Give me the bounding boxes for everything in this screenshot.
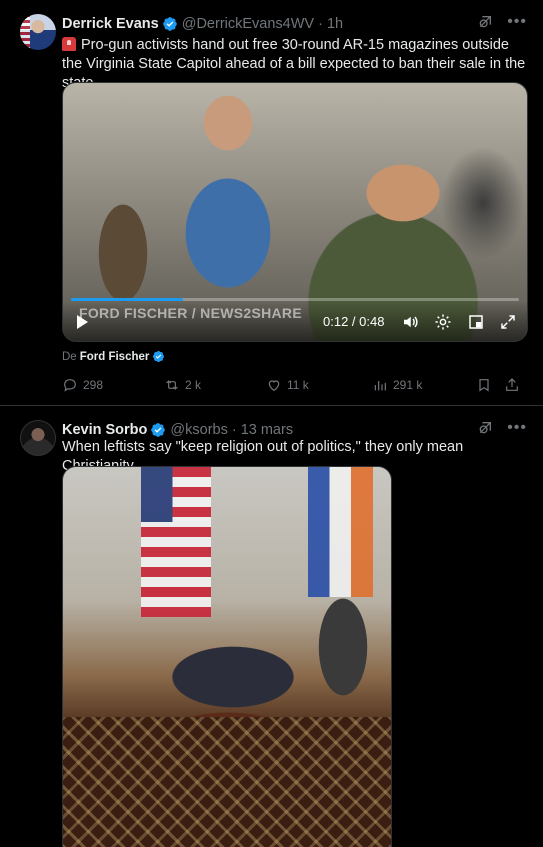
share-icon	[506, 378, 518, 391]
video-progress-bar[interactable]	[71, 298, 519, 301]
more-icon[interactable]: •••	[507, 420, 527, 436]
video-progress-fill	[71, 298, 183, 301]
volume-icon[interactable]	[401, 313, 419, 331]
bookmark-icon	[479, 379, 489, 392]
views-button[interactable]: 291 k	[372, 377, 476, 393]
bookmark-button[interactable]	[476, 377, 504, 393]
tweet-time[interactable]: 1h	[327, 16, 343, 32]
verified-badge-icon[interactable]	[150, 422, 166, 438]
tweet-time[interactable]: 13 mars	[241, 422, 293, 438]
separator-dot: ·	[231, 422, 237, 438]
tweet-image[interactable]	[62, 466, 392, 847]
avatar[interactable]	[20, 14, 56, 50]
tweet-derrick-evans[interactable]: Derrick Evans @DerrickEvans4WV · 1h ••• …	[0, 0, 543, 406]
reply-button[interactable]: 298	[62, 377, 164, 393]
like-count: 11 k	[287, 378, 309, 392]
author-name[interactable]: Kevin Sorbo	[62, 422, 147, 438]
author-handle[interactable]: @ksorbs	[170, 422, 227, 438]
video-watermark: FORD FISCHER / NEWS2SHARE	[79, 305, 302, 321]
repost-icon	[166, 380, 178, 390]
share-button[interactable]	[504, 377, 522, 393]
verified-badge-icon[interactable]	[162, 16, 178, 32]
verified-badge-icon	[152, 350, 165, 363]
grok-icon[interactable]	[477, 420, 493, 436]
video-player[interactable]: FORD FISCHER / NEWS2SHARE 0:12 / 0:48	[62, 82, 528, 342]
settings-icon[interactable]	[434, 313, 452, 331]
siren-emoji-icon	[62, 37, 76, 51]
carpet-graphic	[63, 717, 391, 847]
reply-icon	[64, 379, 76, 392]
tweet-actions: 298 2 k 11 k 291 k	[62, 376, 529, 394]
repost-count: 2 k	[185, 378, 202, 392]
tweet-header: Kevin Sorbo @ksorbs · 13 mars •••	[62, 420, 531, 440]
video-timestamp: 0:12 / 0:48	[323, 314, 385, 329]
fullscreen-icon[interactable]	[499, 313, 517, 331]
views-count: 291 k	[393, 378, 423, 392]
separator-dot: ·	[318, 16, 323, 32]
like-button[interactable]: 11 k	[266, 377, 372, 393]
like-icon	[268, 380, 280, 392]
more-icon[interactable]: •••	[507, 14, 527, 30]
grok-icon[interactable]	[477, 14, 493, 30]
us-flag-graphic	[141, 467, 211, 617]
tweet-header: Derrick Evans @DerrickEvans4WV · 1h •••	[62, 14, 531, 34]
attribution-source-link[interactable]: Ford Fischer	[80, 351, 150, 363]
views-icon	[374, 381, 386, 391]
ny-flag-graphic	[308, 467, 373, 597]
pip-icon[interactable]	[467, 313, 485, 331]
author-name[interactable]: Derrick Evans	[62, 16, 159, 32]
attribution-prefix: De	[62, 350, 77, 363]
video-attribution: De Ford Fischer	[62, 350, 165, 363]
repost-button[interactable]: 2 k	[164, 377, 266, 393]
reply-count: 298	[83, 378, 104, 392]
author-handle[interactable]: @DerrickEvans4WV	[182, 16, 314, 32]
avatar[interactable]	[20, 420, 56, 456]
